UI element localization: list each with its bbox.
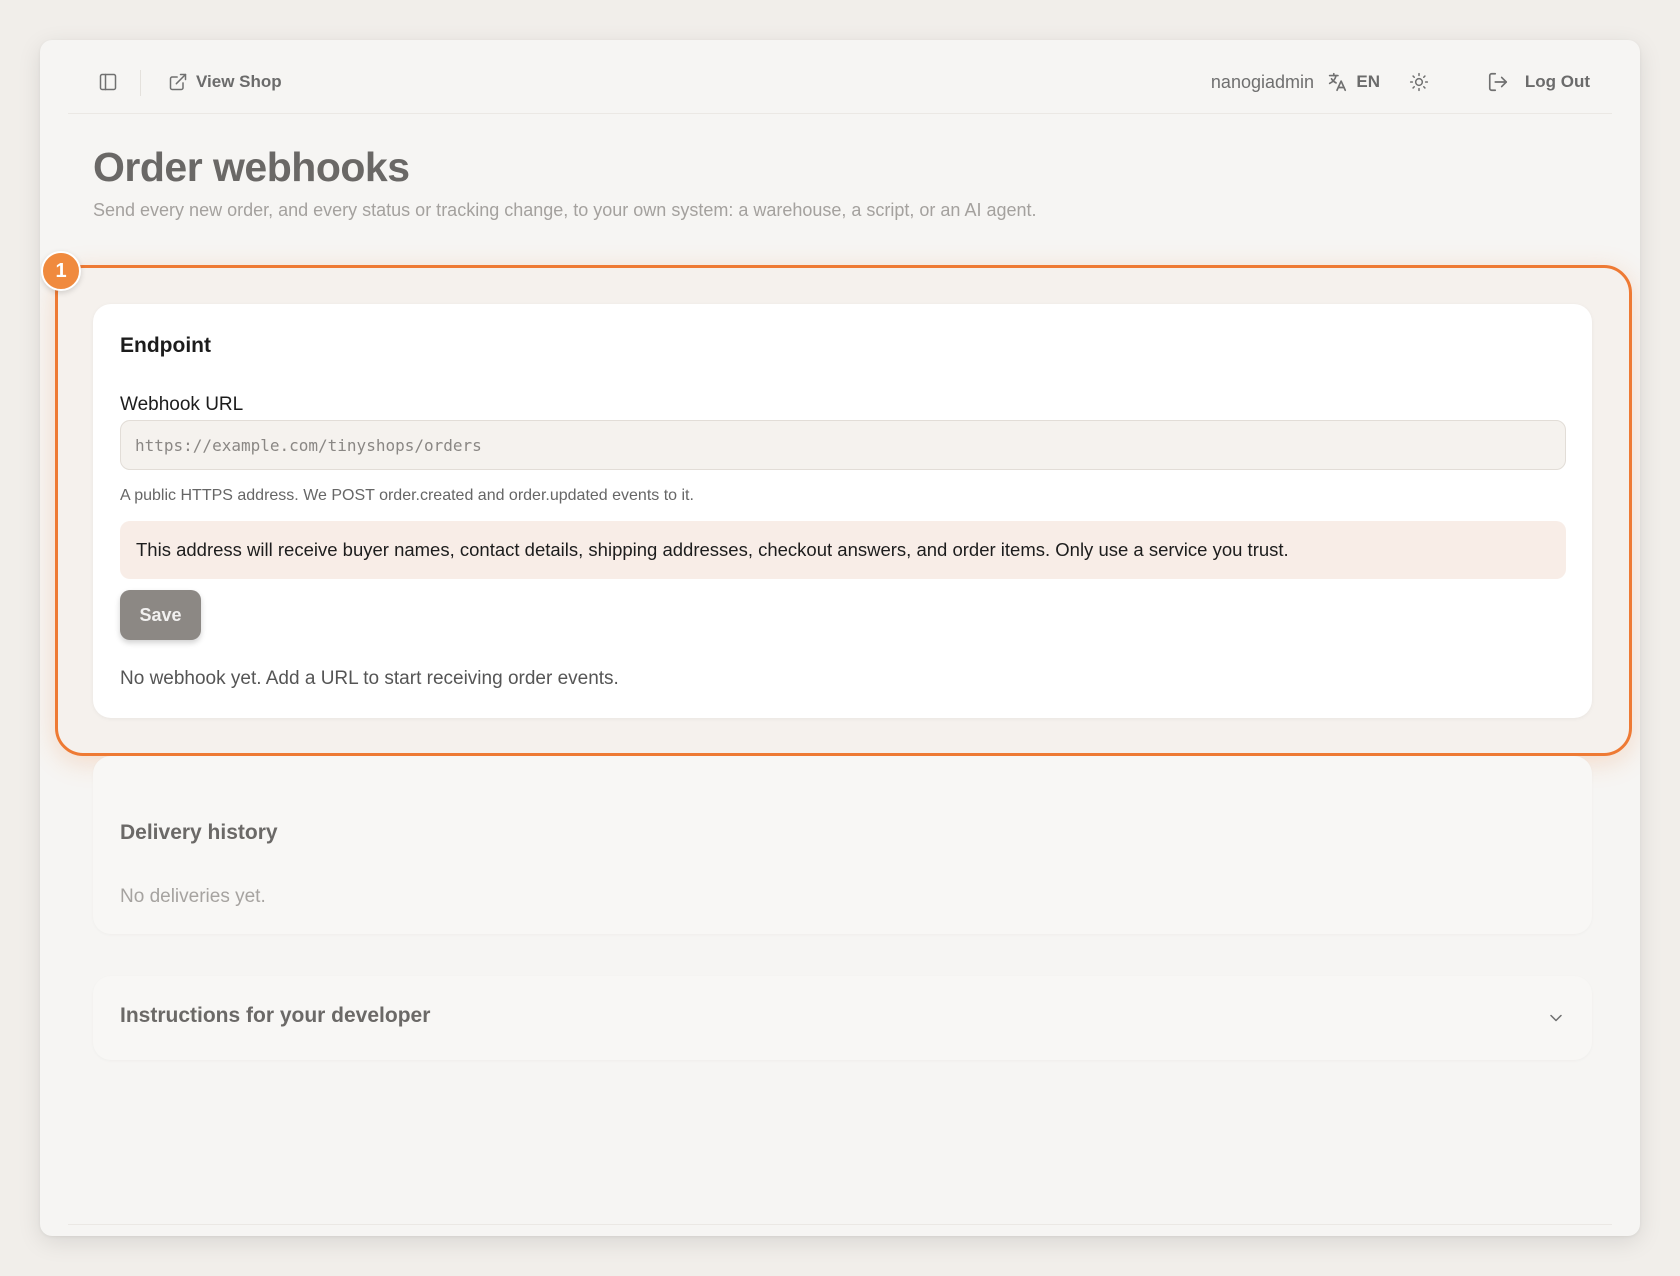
view-shop-label: View Shop — [196, 72, 282, 91]
sun-icon — [1409, 72, 1429, 92]
webhook-url-help: A public HTTPS address. We POST order.cr… — [120, 487, 694, 504]
logout-button[interactable]: Log Out — [1487, 64, 1590, 100]
page-title: Order webhooks — [93, 144, 410, 190]
privacy-warning: This address will receive buyer names, c… — [120, 521, 1566, 579]
view-shop-link[interactable]: View Shop — [158, 64, 292, 100]
logout-icon — [1488, 72, 1507, 92]
language-label: EN — [1356, 72, 1380, 91]
webhook-url-input[interactable] — [120, 420, 1566, 470]
save-button[interactable]: Save — [120, 590, 201, 640]
topbar-divider — [140, 70, 141, 96]
endpoint-card: Endpoint Webhook URL A public HTTPS addr… — [93, 304, 1592, 718]
username: nanogiadmin — [1210, 71, 1314, 92]
top-bar: View Shop nanogiadmin EN Log Out — [68, 40, 1612, 114]
developer-instructions-title: Instructions for your developer — [120, 1004, 431, 1027]
privacy-warning-text: This address will receive buyer names, c… — [136, 539, 1289, 560]
page-description: Send every new order, and every status o… — [93, 200, 1037, 220]
app-window: View Shop nanogiadmin EN Log Out Order w… — [40, 40, 1640, 1236]
no-webhook-message: No webhook yet. Add a URL to start recei… — [120, 668, 619, 689]
endpoint-title: Endpoint — [120, 334, 211, 357]
language-switcher[interactable]: EN — [1326, 64, 1380, 100]
webhook-url-label: Webhook URL — [120, 394, 244, 415]
step-badge: 1 — [41, 251, 81, 291]
logout-label: Log Out — [1524, 72, 1590, 91]
external-link-icon — [169, 73, 187, 91]
translate-icon — [1329, 72, 1347, 92]
no-deliveries-message: No deliveries yet. — [120, 886, 266, 907]
theme-toggle-button[interactable] — [1402, 64, 1436, 100]
footer-divider — [68, 1224, 1612, 1225]
sidebar-toggle-button[interactable] — [90, 64, 126, 100]
delivery-history-title: Delivery history — [120, 821, 278, 844]
developer-instructions-accordion[interactable]: Instructions for your developer — [93, 976, 1592, 1060]
sidebar-icon — [99, 73, 117, 91]
chevron-down-icon — [1550, 1014, 1562, 1022]
delivery-history-card: Delivery history No deliveries yet. — [93, 756, 1592, 934]
